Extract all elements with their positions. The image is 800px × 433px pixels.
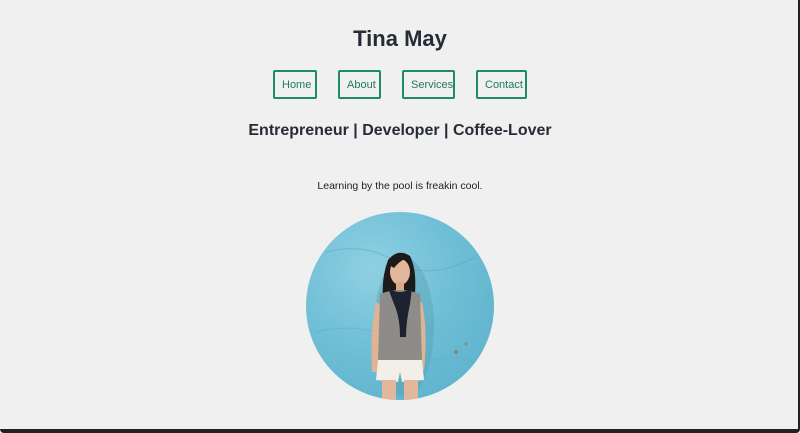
nav-about[interactable]: About <box>338 70 381 99</box>
nav-services[interactable]: Services <box>402 70 455 99</box>
nav-home[interactable]: Home <box>273 70 317 99</box>
tagline: Entrepreneur | Developer | Coffee-Lover <box>248 122 552 139</box>
nav-contact[interactable]: Contact <box>476 70 527 99</box>
profile-photo-illustration <box>315 248 487 400</box>
profile-photo <box>306 212 494 400</box>
site-title: Tina May <box>353 26 447 51</box>
main-nav: Home About Services Contact <box>0 70 800 99</box>
photo-caption: Learning by the pool is freakin cool. <box>317 180 483 192</box>
